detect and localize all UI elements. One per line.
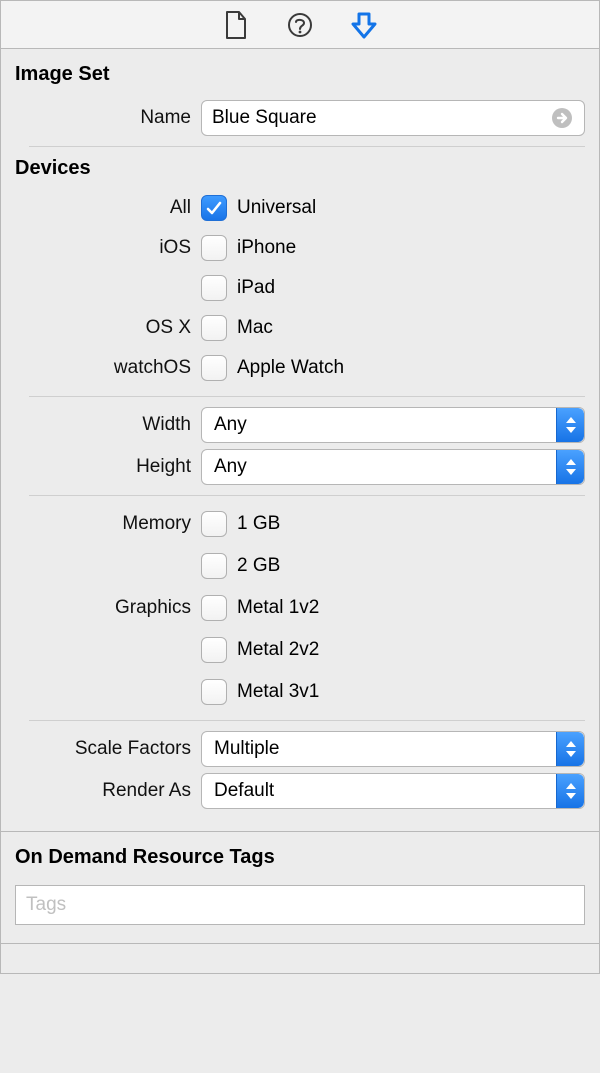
- device-group-osx: OS X: [15, 317, 201, 339]
- width-row: Width Any: [15, 407, 585, 443]
- tab-attributes[interactable]: [347, 8, 381, 42]
- width-value: Any: [214, 414, 556, 436]
- render-label: Render As: [15, 780, 201, 802]
- checkbox-memory-2gb[interactable]: [201, 553, 227, 579]
- device-group-ios: iOS: [15, 237, 201, 259]
- checkbox-label-universal: Universal: [237, 197, 316, 219]
- checkbox-metal-2v2[interactable]: [201, 637, 227, 663]
- height-value: Any: [214, 456, 556, 478]
- height-row: Height Any: [15, 449, 585, 485]
- graphics-label: Graphics: [15, 597, 201, 619]
- render-popup[interactable]: Default: [201, 773, 585, 809]
- file-icon: [224, 11, 248, 39]
- divider: [29, 495, 585, 496]
- help-icon: [286, 11, 314, 39]
- graphics-row-1: Graphics Metal 1v2: [15, 590, 585, 626]
- checkbox-label-ipad: iPad: [237, 277, 275, 299]
- image-set-title: Image Set: [15, 63, 585, 86]
- popup-stepper-icon: [556, 408, 584, 442]
- download-arrow-icon: [349, 10, 379, 40]
- memory-row-2gb: 2 GB: [15, 548, 585, 584]
- devices-title: Devices: [15, 157, 585, 180]
- width-label: Width: [15, 414, 201, 436]
- memory-label: Memory: [15, 513, 201, 535]
- devices-checkbox-group: All Universal iOS iPhone: [15, 190, 585, 386]
- name-row: Name Blue Square: [15, 100, 585, 136]
- scale-value: Multiple: [214, 738, 556, 760]
- checkbox-ipad[interactable]: [201, 275, 227, 301]
- inspector-panel: Image Set Name Blue Square Devices: [0, 0, 600, 974]
- device-row-mac: OS X Mac: [15, 310, 585, 346]
- popup-stepper-icon: [556, 732, 584, 766]
- checkbox-iphone[interactable]: [201, 235, 227, 261]
- checkbox-label-metal-2v2: Metal 2v2: [237, 639, 319, 661]
- check-icon: [205, 199, 223, 217]
- checkbox-universal[interactable]: [201, 195, 227, 221]
- width-popup[interactable]: Any: [201, 407, 585, 443]
- divider: [29, 146, 585, 147]
- divider: [29, 396, 585, 397]
- device-row-universal: All Universal: [15, 190, 585, 226]
- device-row-iphone: iOS iPhone: [15, 230, 585, 266]
- checkbox-memory-1gb[interactable]: [201, 511, 227, 537]
- checkbox-label-metal-1v2: Metal 1v2: [237, 597, 319, 619]
- inspector-toolbar: [1, 1, 599, 49]
- render-row: Render As Default: [15, 773, 585, 809]
- odr-section: On Demand Resource Tags: [1, 832, 599, 943]
- checkbox-label-metal-3v1: Metal 3v1: [237, 681, 319, 703]
- device-row-ipad: iPad: [15, 270, 585, 306]
- arrow-circle-right-icon: [551, 107, 573, 129]
- checkbox-metal-3v1[interactable]: [201, 679, 227, 705]
- tab-file[interactable]: [219, 8, 253, 42]
- checkbox-label-memory-2gb: 2 GB: [237, 555, 280, 577]
- checkbox-metal-1v2[interactable]: [201, 595, 227, 621]
- checkbox-label-mac: Mac: [237, 317, 273, 339]
- scale-label: Scale Factors: [15, 738, 201, 760]
- scale-row: Scale Factors Multiple: [15, 731, 585, 767]
- name-label: Name: [15, 107, 201, 129]
- checkbox-mac[interactable]: [201, 315, 227, 341]
- device-group-watchos: watchOS: [15, 357, 201, 379]
- device-row-watch: watchOS Apple Watch: [15, 350, 585, 386]
- checkbox-label-iphone: iPhone: [237, 237, 296, 259]
- graphics-row-2: Metal 2v2: [15, 632, 585, 668]
- graphics-row-3: Metal 3v1: [15, 674, 585, 710]
- checkbox-watch[interactable]: [201, 355, 227, 381]
- divider: [29, 720, 585, 721]
- image-set-section: Image Set Name Blue Square Devices: [1, 49, 599, 823]
- checkbox-label-watch: Apple Watch: [237, 357, 344, 379]
- odr-title: On Demand Resource Tags: [15, 846, 585, 869]
- render-value: Default: [214, 780, 556, 802]
- panel-footer: [1, 943, 599, 973]
- height-popup[interactable]: Any: [201, 449, 585, 485]
- height-label: Height: [15, 456, 201, 478]
- tags-input[interactable]: [15, 885, 585, 925]
- name-goto-button[interactable]: [550, 106, 574, 130]
- popup-stepper-icon: [556, 450, 584, 484]
- tab-help[interactable]: [283, 8, 317, 42]
- name-value: Blue Square: [212, 107, 550, 129]
- scale-popup[interactable]: Multiple: [201, 731, 585, 767]
- device-group-all: All: [15, 197, 201, 219]
- name-field[interactable]: Blue Square: [201, 100, 585, 136]
- memory-row-1gb: Memory 1 GB: [15, 506, 585, 542]
- popup-stepper-icon: [556, 774, 584, 808]
- checkbox-label-memory-1gb: 1 GB: [237, 513, 280, 535]
